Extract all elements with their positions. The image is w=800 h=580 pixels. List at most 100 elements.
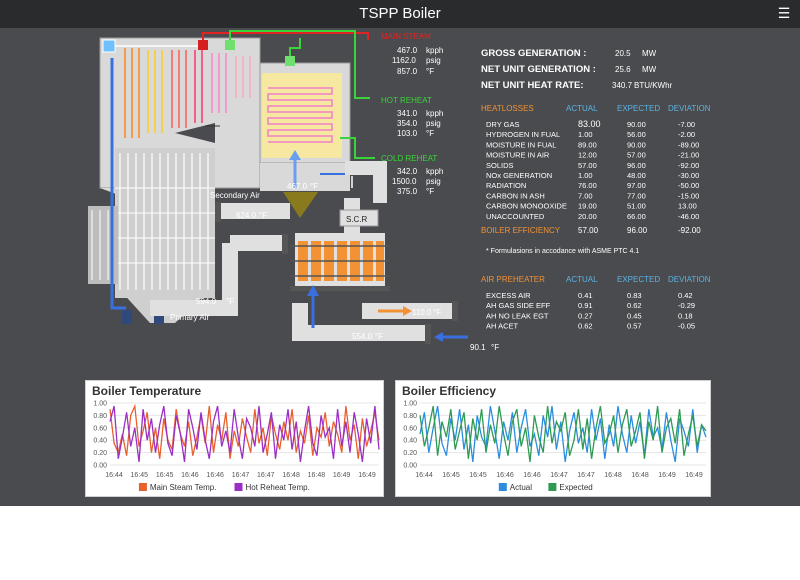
x-tick-label: 16:44	[415, 472, 433, 479]
heatloss-row-expected: 56.00	[627, 130, 646, 139]
y-tick-label: 0.60	[93, 425, 107, 432]
legend-swatch[interactable]	[498, 483, 507, 491]
y-tick-label: 1.00	[403, 401, 417, 408]
boiler-temperature-chart: 0.00 0.20 0.40 0.60 0.80 1.00 16:44 16:45 16:45 1…	[93, 401, 380, 492]
air-preheater-row-name: AH NO LEAK EGT	[486, 311, 549, 320]
y-tick-label: 0.20	[403, 450, 417, 457]
heatlosses-col-deviation: DEVIATION	[668, 104, 711, 113]
x-tick-label: 16:45	[131, 472, 149, 479]
main-steam-pressure-unit: psig	[426, 56, 441, 65]
primary-air-temp: 594.0	[196, 297, 217, 306]
x-tick-label: 16:45	[442, 472, 460, 479]
main-steam-flow: 467.0	[397, 46, 418, 55]
cold-reheat-pressure-unit: psig	[426, 177, 441, 186]
main-steam-label: MAIN STEAM	[381, 32, 431, 41]
heatloss-row-deviation: -2.00	[678, 130, 695, 139]
heatloss-row-expected: 51.00	[627, 202, 646, 211]
x-tick-label: 16:49	[333, 472, 351, 479]
boiler-efficiency-label: BOILER EFFICIENCY	[481, 226, 561, 235]
y-tick-label: 1.00	[93, 401, 107, 408]
heatloss-row-actual: 83.00	[578, 119, 601, 129]
heatloss-row-expected: 77.00	[627, 191, 646, 200]
asme-note: * Formulasions in accodance with ASME PT…	[486, 248, 639, 255]
x-tick-label: 16:49	[685, 472, 703, 479]
x-tick-label: 16:45	[156, 472, 174, 479]
x-tick-label: 16:46	[206, 472, 224, 479]
air-preheater-row-deviation: -0.29	[678, 301, 695, 310]
x-tick-label: 16:46	[523, 472, 541, 479]
dashboard-app: TSPP Boiler ☰ MAIN STEAM 467.0 kpph 1162…	[0, 0, 800, 506]
cold-reheat-temp: 375.0	[397, 187, 418, 196]
heatloss-row-actual: 7.00	[578, 191, 593, 200]
net-generation-value: 25.6	[615, 65, 631, 74]
legend-label[interactable]: Expected	[559, 483, 592, 492]
air-preheater-row-deviation: 0.18	[678, 311, 693, 320]
air-preheater-row-actual: 0.27	[578, 311, 593, 320]
heatloss-row-name: MOISTURE IN AIR	[486, 151, 550, 160]
secondary-air-temp-unit: °F	[259, 211, 267, 220]
air-preheater-row-actual: 0.41	[578, 291, 593, 300]
gross-generation-value: 20.5	[615, 49, 631, 58]
heat-rate-unit: BTU/KWhr	[634, 81, 673, 90]
cold-reheat-label: COLD REHEAT	[381, 154, 437, 163]
air-preheater-row-name: AH GAS SIDE EFF	[486, 301, 551, 310]
legend-swatch[interactable]	[138, 483, 147, 491]
hot-reheat-label: HOT REHEAT	[381, 96, 432, 105]
boiler-efficiency-deviation: -92.00	[678, 226, 701, 235]
y-tick-label: 0.40	[403, 438, 417, 445]
gross-generation-label: GROSS GENERATION :	[481, 48, 586, 59]
y-tick-label: 0.40	[93, 438, 107, 445]
hot-reheat-temp: 103.0	[397, 129, 418, 138]
legend-swatch[interactable]	[234, 483, 243, 491]
air-preheater-row-actual: 0.62	[578, 322, 593, 331]
legend-label[interactable]: Actual	[510, 483, 532, 492]
main-steam-pressure: 1162.0	[392, 56, 416, 65]
cold-reheat-flow: 342.0	[397, 167, 418, 176]
heatloss-row-deviation: -46.00	[678, 212, 699, 221]
hamburger-icon[interactable]: ☰	[776, 4, 792, 22]
legend-label[interactable]: Main Steam Temp.	[150, 483, 217, 492]
heatloss-row-deviation: 13.00	[678, 202, 697, 211]
x-tick-label: 16:49	[358, 472, 376, 479]
y-tick-label: 0.00	[403, 463, 417, 470]
secondary-air-temp: 624.0	[236, 211, 257, 220]
legend-label[interactable]: Hot Reheat Temp.	[246, 483, 310, 492]
heatloss-row-expected: 97.00	[627, 181, 646, 190]
boiler-efficiency-chart: 0.00 0.20 0.40 0.60 0.80 1.00 16:44 16:45 16:45 1…	[403, 401, 707, 492]
heatloss-row-actual: 1.00	[578, 171, 593, 180]
app-title: TSPP Boiler	[359, 5, 441, 22]
ah-outlet-temp-unit: °F	[433, 308, 441, 317]
x-tick-label: 16:48	[631, 472, 649, 479]
heat-rate-label: NET UNIT HEAT RATE:	[481, 80, 584, 91]
x-tick-label: 16:48	[604, 472, 622, 479]
heatloss-row-expected: 96.00	[627, 161, 646, 170]
heatloss-row-name: UNACCOUNTED	[486, 212, 545, 221]
heatlosses-col-expected: EXPECTED	[617, 104, 660, 113]
heatlosses-table: HEATLOSSES ACTUAL EXPECTED DEVIATION DRY…	[481, 104, 711, 255]
heatloss-row-name: NOx GENERATION	[486, 171, 552, 180]
x-tick-label: 16:46	[181, 472, 199, 479]
heatloss-row-deviation: -30.00	[678, 171, 699, 180]
heatloss-row-name: CARBON IN ASH	[486, 191, 545, 200]
boiler-efficiency-expected: 96.00	[627, 226, 648, 235]
primary-air-temp-unit: °F	[226, 297, 234, 306]
heatloss-row-deviation: -21.00	[678, 151, 699, 160]
x-tick-label: 16:47	[550, 472, 568, 479]
heatloss-row-expected: 57.00	[627, 151, 646, 160]
heatloss-row-deviation: -92.00	[678, 161, 699, 170]
heatloss-row-name: SOLIDS	[486, 161, 514, 170]
air-preheater-title: AIR PREHEATER	[481, 275, 545, 284]
heatloss-row-name: RADIATION	[486, 181, 526, 190]
air-preheater-row-name: EXCESS AIR	[486, 291, 531, 300]
legend-swatch[interactable]	[548, 483, 557, 491]
hot-reheat-pressure: 354.0	[397, 119, 418, 128]
heatloss-row-deviation: -89.00	[678, 140, 699, 149]
air-preheater-row-name: AH ACET	[486, 322, 519, 331]
y-tick-label: 0.00	[93, 463, 107, 470]
x-tick-label: 16:49	[658, 472, 676, 479]
heatloss-row-actual: 12.00	[578, 151, 597, 160]
title-bar: TSPP Boiler ☰	[0, 0, 800, 28]
hot-reheat-pressure-unit: psig	[426, 119, 441, 128]
boiler-efficiency-panel: Boiler Efficiency 0.00 0.20 0.40 0.60 0.80 1.…	[395, 380, 711, 497]
heatloss-row-expected: 48.00	[627, 171, 646, 180]
